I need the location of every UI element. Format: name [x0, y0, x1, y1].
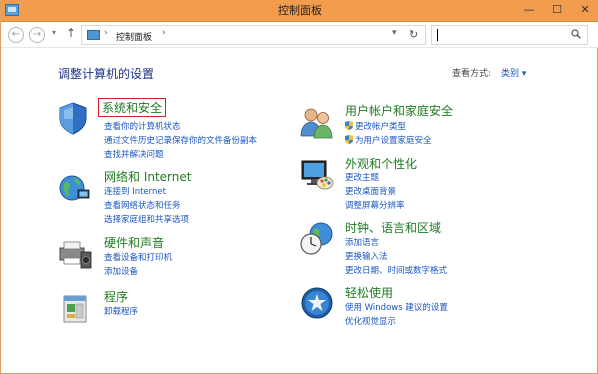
link-text[interactable]: 为用户设置家庭安全: [355, 136, 432, 146]
breadcrumb-separator[interactable]: ›: [104, 28, 108, 38]
page-title: 调整计算机的设置: [58, 67, 155, 81]
monitor-palette-icon[interactable]: [299, 156, 335, 192]
category-network-internet[interactable]: 网络和 Internet: [104, 168, 191, 185]
category-ease-of-access[interactable]: 轻松使用: [345, 284, 393, 301]
control-panel-icon: [87, 30, 100, 40]
link-add-device[interactable]: 添加设备: [104, 265, 138, 277]
title-bar: 控制面板 — ☐ ✕: [1, 0, 598, 22]
link-change-input-method[interactable]: 更换输入法: [345, 250, 388, 262]
link-change-theme[interactable]: 更改主题: [345, 171, 379, 183]
breadcrumb-control-panel[interactable]: 控制面板: [116, 30, 152, 43]
link-change-background[interactable]: 更改桌面背景: [345, 185, 396, 197]
text-cursor: [437, 29, 438, 41]
back-button[interactable]: ←: [8, 27, 24, 43]
window-title: 控制面板: [278, 4, 322, 17]
maximize-button[interactable]: ☐: [543, 0, 571, 21]
link-view-computer-status[interactable]: 查看你的计算机状态: [104, 120, 181, 132]
shield-icon[interactable]: [55, 100, 91, 136]
address-dropdown[interactable]: ▾: [392, 28, 397, 38]
forward-button[interactable]: →: [29, 27, 45, 43]
ease-of-access-icon[interactable]: [299, 285, 335, 321]
category-clock-language-region[interactable]: 时钟、语言和区域: [345, 219, 441, 236]
link-find-fix-problems[interactable]: 查找并解决问题: [104, 148, 164, 160]
programs-icon[interactable]: [58, 288, 94, 324]
users-icon[interactable]: [298, 104, 334, 140]
navigation-bar: ← → ▾ ↑ › 控制面板 › ▾ ↻: [1, 22, 598, 48]
link-uninstall-program[interactable]: 卸载程序: [104, 305, 138, 317]
link-recommended-settings[interactable]: 使用 Windows 建议的设置: [345, 301, 448, 313]
clock-globe-icon[interactable]: [299, 220, 335, 256]
link-connect-internet[interactable]: 连接到 Internet: [104, 185, 166, 197]
link-file-history-backup[interactable]: 通过文件历史记录保存你的文件备份副本: [104, 134, 257, 146]
link-optimize-display[interactable]: 优化视觉显示: [345, 315, 396, 327]
link-date-time-format[interactable]: 更改日期、时间或数字格式: [345, 264, 447, 276]
breadcrumb-separator[interactable]: ›: [162, 28, 166, 38]
search-box[interactable]: [431, 25, 588, 45]
view-by-label: 查看方式:: [452, 69, 492, 79]
link-text[interactable]: 更改帐户类型: [355, 122, 406, 132]
link-change-account-type[interactable]: 更改帐户类型: [345, 120, 406, 132]
link-add-language[interactable]: 添加语言: [345, 236, 379, 248]
search-input[interactable]: [437, 28, 567, 42]
recent-locations-dropdown[interactable]: ▾: [52, 28, 56, 37]
view-by-dropdown[interactable]: 类别 ▾: [501, 66, 526, 79]
link-screen-resolution[interactable]: 调整屏幕分辨率: [345, 199, 405, 211]
category-appearance[interactable]: 外观和个性化: [345, 155, 417, 172]
search-icon[interactable]: [571, 29, 581, 39]
category-hardware-sound[interactable]: 硬件和声音: [104, 234, 164, 251]
network-globe-icon[interactable]: [56, 170, 92, 206]
uac-shield-icon: [345, 135, 353, 144]
control-panel-window: 控制面板 — ☐ ✕ ← → ▾ ↑ › 控制面板 › ▾ ↻ 调整计算机的设置…: [0, 0, 598, 374]
link-devices-printers[interactable]: 查看设备和打印机: [104, 251, 172, 263]
category-programs[interactable]: 程序: [104, 288, 128, 305]
minimize-button[interactable]: —: [515, 0, 543, 21]
link-network-status[interactable]: 查看网络状态和任务: [104, 199, 181, 211]
refresh-button[interactable]: ↻: [409, 28, 418, 41]
address-bar[interactable]: › 控制面板 › ▾ ↻: [81, 25, 426, 45]
printer-speaker-icon[interactable]: [57, 234, 93, 270]
link-family-safety[interactable]: 为用户设置家庭安全: [345, 134, 432, 146]
category-user-accounts[interactable]: 用户帐户和家庭安全: [345, 102, 453, 119]
uac-shield-icon: [345, 121, 353, 130]
category-system-security[interactable]: 系统和安全: [98, 98, 167, 117]
link-homegroup-sharing[interactable]: 选择家庭组和共享选项: [104, 213, 189, 225]
close-button[interactable]: ✕: [571, 0, 598, 21]
up-button[interactable]: ↑: [66, 26, 76, 40]
